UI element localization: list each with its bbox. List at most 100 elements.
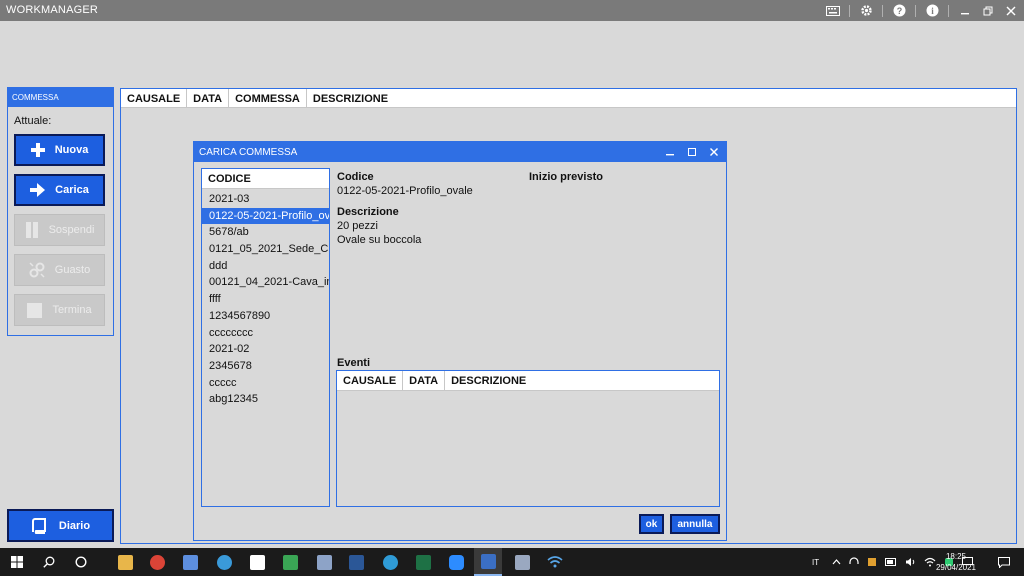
windows-logo-icon — [11, 556, 23, 568]
list-item[interactable]: 2345678 — [202, 358, 329, 375]
restore-icon[interactable] — [981, 4, 995, 18]
diario-button[interactable]: Diario — [7, 509, 114, 542]
column-header-causale[interactable]: CAUSALE — [121, 89, 188, 108]
column-header-causale[interactable]: CAUSALE — [337, 371, 404, 391]
clock-date: 29/04/2021 — [935, 563, 977, 572]
taskbar-app-excel[interactable] — [409, 548, 437, 576]
list-item[interactable]: 1234567890 — [202, 308, 329, 325]
list-item[interactable]: 0121_05_2021_Sede_Chiavetta — [202, 241, 329, 258]
main-table-header: CAUSALE DATA COMMESSA DESCRIZIONE — [121, 89, 1016, 108]
column-header-data[interactable]: DATA — [187, 89, 230, 108]
dialog-controls — [666, 145, 718, 159]
taskbar-app-sync[interactable] — [210, 548, 238, 576]
commessa-panel: COMMESSA Attuale: Nuova Carica Sospendi … — [7, 87, 114, 336]
carica-commessa-dialog: CARICA COMMESSA CODICE 2021-03 0122-05-2… — [193, 141, 727, 541]
list-item[interactable]: ccccc — [202, 375, 329, 392]
taskbar-app-globe[interactable] — [376, 548, 404, 576]
chevron-up-icon[interactable] — [832, 559, 841, 565]
clock-time: 18:25 — [945, 552, 967, 561]
taskbar-app-chrome[interactable] — [143, 548, 171, 576]
column-header-data[interactable]: DATA — [403, 371, 446, 391]
taskbar-app-zoom[interactable] — [442, 548, 470, 576]
descrizione-line: 20 pezzi — [337, 220, 378, 232]
termina-button[interactable]: Termina — [14, 294, 105, 326]
list-item[interactable]: ddd — [202, 258, 329, 275]
descrizione-label: Descrizione — [337, 206, 399, 218]
taskbar-app-wifi[interactable] — [541, 548, 569, 576]
sospendi-label: Sospendi — [48, 224, 95, 236]
word-icon — [348, 554, 364, 570]
maximize-icon[interactable] — [688, 148, 696, 156]
volume-icon[interactable] — [905, 557, 916, 567]
cortana-button[interactable] — [70, 548, 92, 576]
close-icon[interactable] — [1004, 4, 1018, 18]
annulla-button[interactable]: annulla — [670, 514, 720, 534]
list-item[interactable]: cccccccc — [202, 325, 329, 342]
column-header-descrizione[interactable]: DESCRIZIONE — [445, 371, 532, 391]
column-header-commessa[interactable]: COMMESSA — [229, 89, 307, 108]
nuova-button[interactable]: Nuova — [14, 134, 105, 166]
descrizione-line: Ovale su boccola — [337, 234, 422, 246]
pause-icon — [25, 222, 38, 238]
broken-link-icon — [29, 262, 45, 278]
list-item[interactable]: 00121_04_2021-Cava_ingranaggio — [202, 274, 329, 291]
taskbar-app-recycle[interactable] — [276, 548, 304, 576]
stop-icon — [27, 302, 43, 318]
taskbar-app-word[interactable] — [342, 548, 370, 576]
titlebar-separator — [849, 4, 850, 17]
sospendi-button[interactable]: Sospendi — [14, 214, 105, 246]
notification-center-button[interactable] — [994, 548, 1014, 576]
list-item[interactable]: 2021-03 — [202, 191, 329, 208]
list-item[interactable]: 5678/ab — [202, 224, 329, 241]
taskbar-app-window[interactable] — [310, 548, 338, 576]
globe-icon — [382, 554, 398, 570]
ok-button[interactable]: ok — [639, 514, 664, 534]
sync-icon — [216, 554, 232, 570]
keyboard-icon[interactable] — [826, 4, 840, 18]
titlebar-controls: ? i — [826, 3, 1018, 18]
taskbar-app-file-explorer[interactable] — [111, 548, 139, 576]
windows-start-button[interactable] — [6, 548, 28, 576]
headset-icon[interactable] — [849, 557, 859, 567]
window-titlebar: WORKMANAGER ? i — [0, 0, 1024, 21]
list-item[interactable]: abg12345 — [202, 391, 329, 408]
book-icon — [31, 517, 46, 534]
gear-icon[interactable] — [859, 4, 873, 18]
taskbar-app-remote-desktop[interactable] — [508, 548, 536, 576]
taskbar-app-notes[interactable] — [176, 548, 204, 576]
list-item-selected[interactable]: 0122-05-2021-Profilo_ovale — [202, 207, 329, 225]
search-button[interactable] — [38, 548, 60, 576]
carica-button[interactable]: Carica — [14, 174, 105, 206]
taskbar-app-arrow[interactable] — [243, 548, 271, 576]
notes-icon — [182, 554, 198, 570]
list-item[interactable]: ffff — [202, 291, 329, 308]
codes-list: CODICE 2021-03 0122-05-2021-Profilo_oval… — [201, 168, 330, 507]
termina-label: Termina — [52, 304, 92, 316]
language-indicator[interactable]: IT — [812, 548, 819, 576]
arrow-app-icon — [249, 554, 265, 570]
plus-icon — [30, 143, 45, 157]
info-icon[interactable]: i — [925, 4, 939, 18]
codes-items: 2021-03 0122-05-2021-Profilo_ovale 5678/… — [202, 189, 329, 408]
recycle-icon — [282, 554, 298, 570]
dialog-title: CARICA COMMESSA — [199, 147, 298, 158]
system-clock[interactable]: 18:25 29/04/2021 — [932, 551, 980, 573]
list-item[interactable]: 2021-02 — [202, 341, 329, 358]
workmanager-icon — [480, 553, 496, 569]
battery-icon[interactable] — [885, 558, 897, 566]
minimize-icon[interactable] — [958, 4, 972, 18]
guasto-button[interactable]: Guasto — [14, 254, 105, 286]
app-tray-icon[interactable] — [867, 557, 877, 567]
column-header-descrizione[interactable]: DESCRIZIONE — [307, 89, 394, 108]
taskbar-app-workmanager[interactable] — [474, 548, 502, 576]
remote-desktop-icon — [514, 554, 530, 570]
titlebar-separator — [948, 4, 949, 17]
codice-label: Codice — [337, 171, 374, 183]
close-icon[interactable] — [710, 148, 718, 156]
codes-header[interactable]: CODICE — [202, 169, 329, 189]
minimize-icon[interactable] — [666, 148, 674, 156]
inizio-previsto-label: Inizio previsto — [529, 171, 603, 183]
nuova-label: Nuova — [54, 144, 89, 156]
help-icon[interactable]: ? — [892, 4, 906, 18]
excel-icon — [415, 554, 431, 570]
